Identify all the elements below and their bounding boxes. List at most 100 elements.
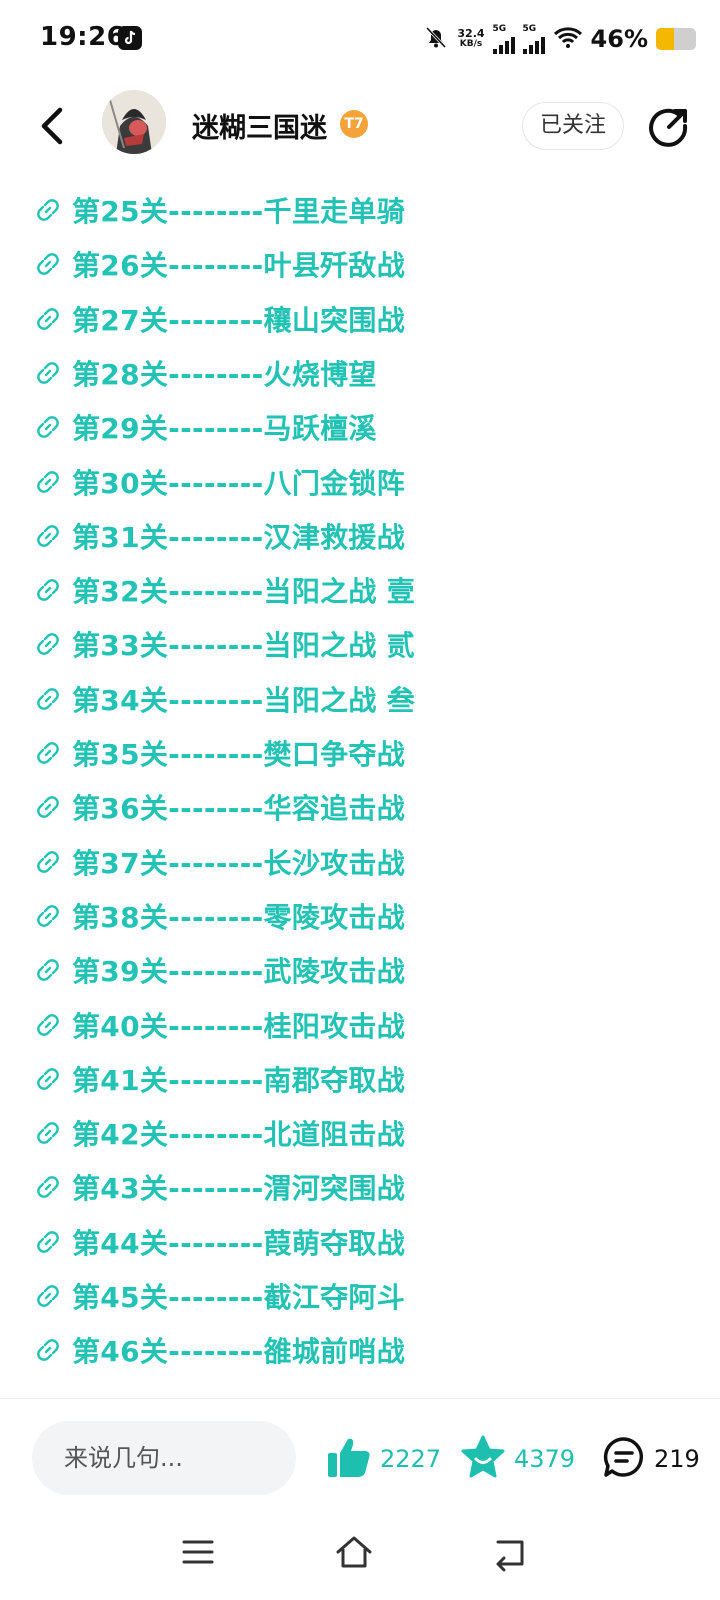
avatar[interactable] xyxy=(102,90,166,154)
like-count: 2227 xyxy=(380,1445,442,1473)
level-link[interactable]: 第43关--------渭河突围战 xyxy=(34,1167,405,1207)
level-link[interactable]: 第41关--------南郡夺取战 xyxy=(34,1059,405,1099)
post-header: 迷糊三国迷 T7 已关注 xyxy=(0,84,720,168)
link-icon xyxy=(34,522,62,550)
status-time: 19:26 xyxy=(40,22,126,52)
link-icon xyxy=(34,1065,62,1093)
comment-bubble-icon xyxy=(602,1435,646,1483)
network-speed: 32.4 KB/s xyxy=(457,27,485,49)
link-icon xyxy=(34,739,62,767)
system-nav-bar xyxy=(0,1504,720,1600)
menu-icon[interactable] xyxy=(178,1532,218,1572)
link-icon xyxy=(34,793,62,821)
link-icon xyxy=(34,956,62,984)
level-link[interactable]: 第36关--------华容追击战 xyxy=(34,787,405,827)
link-icon xyxy=(34,468,62,496)
level-link-label: 第27关--------穰山突围战 xyxy=(72,303,406,337)
level-link[interactable]: 第39关--------武陵攻击战 xyxy=(34,950,405,990)
level-link-label: 第38关--------零陵攻击战 xyxy=(72,900,406,934)
level-link-label: 第41关--------南郡夺取战 xyxy=(72,1063,406,1097)
mute-bell-icon xyxy=(423,24,449,54)
link-icon xyxy=(34,413,62,441)
link-icon xyxy=(34,576,62,604)
level-link[interactable]: 第30关--------八门金锁阵 xyxy=(34,462,405,502)
link-icon xyxy=(34,1011,62,1039)
status-bar: 19:26 32.4 KB/s 5G 5G 46% xyxy=(0,0,720,78)
level-link-label: 第44关--------葭萌夺取战 xyxy=(72,1226,406,1260)
follow-button[interactable]: 已关注 xyxy=(522,102,624,150)
level-link[interactable]: 第31关--------汉津救援战 xyxy=(34,516,405,556)
level-link[interactable]: 第33关--------当阳之战 贰 xyxy=(34,624,415,664)
comment-count: 219 xyxy=(654,1445,700,1473)
link-icon xyxy=(34,1336,62,1364)
level-link-label: 第25关--------千里走单骑 xyxy=(72,195,406,228)
level-link[interactable]: 第42关--------北道阻击战 xyxy=(34,1113,405,1153)
comment-button[interactable]: 219 xyxy=(602,1435,700,1483)
back-arrow-icon[interactable] xyxy=(36,106,70,146)
level-link-label: 第29关--------马跃檀溪 xyxy=(72,412,377,446)
level-link-label: 第32关--------当阳之战 壹 xyxy=(72,575,416,609)
level-link[interactable]: 第32关--------当阳之战 壹 xyxy=(34,570,415,610)
link-icon xyxy=(34,1228,62,1256)
level-link-label: 第33关--------当阳之战 贰 xyxy=(72,629,416,663)
link-icon xyxy=(34,196,62,224)
level-link-label: 第45关--------截江夺阿斗 xyxy=(72,1281,406,1314)
link-icon xyxy=(34,1119,62,1147)
level-link-label: 第26关--------叶县歼敌战 xyxy=(72,249,406,283)
level-link-label: 第30关--------八门金锁阵 xyxy=(72,466,406,500)
sim1-signal: 5G xyxy=(492,24,515,54)
link-icon xyxy=(34,250,62,278)
post-content: — — — — — 第25关--------千里走单骑第26关--------叶… xyxy=(0,168,720,1396)
level-link-label: 第35关--------樊口争夺战 xyxy=(72,738,406,771)
level-link[interactable]: 第40关--------桂阳攻击战 xyxy=(34,1005,405,1045)
level-link-label: 第36关--------华容追击战 xyxy=(72,792,406,826)
thumbs-up-icon xyxy=(326,1435,372,1483)
level-link[interactable]: 第38关--------零陵攻击战 xyxy=(34,896,405,936)
partial-link-text: — — — — — xyxy=(72,168,248,179)
level-link[interactable]: 第25关--------千里走单骑 xyxy=(34,190,405,230)
wifi-icon xyxy=(553,25,583,53)
link-icon xyxy=(34,1282,62,1310)
link-icon xyxy=(34,630,62,658)
back-nav-icon[interactable] xyxy=(490,1532,530,1572)
share-icon[interactable] xyxy=(648,106,690,148)
battery-icon xyxy=(656,28,696,50)
signal-bars-icon xyxy=(492,34,515,54)
level-badge: T7 xyxy=(340,110,368,138)
level-link[interactable]: 第27关--------穰山突围战 xyxy=(34,299,405,339)
level-link[interactable]: 第35关--------樊口争夺战 xyxy=(34,733,405,773)
comment-input[interactable]: 来说几句... xyxy=(32,1421,296,1495)
favorite-count: 4379 xyxy=(514,1445,576,1473)
link-icon xyxy=(34,305,62,333)
sim2-signal: 5G xyxy=(522,24,545,54)
level-link-label: 第28关--------火烧博望 xyxy=(72,357,377,391)
level-link-label: 第46关--------雒城前哨战 xyxy=(72,1335,406,1369)
battery-percent: 46% xyxy=(590,25,648,53)
level-link[interactable]: 第44关--------葭萌夺取战 xyxy=(34,1222,405,1262)
tiktok-notification-icon xyxy=(118,26,142,50)
level-link[interactable]: 第29关--------马跃檀溪 xyxy=(34,407,377,447)
level-link[interactable]: 第46关--------雒城前哨战 xyxy=(34,1330,405,1370)
link-icon xyxy=(34,902,62,930)
link-icon xyxy=(34,848,62,876)
level-link-label: 第40关--------桂阳攻击战 xyxy=(72,1009,406,1043)
action-bar: 来说几句... 2227 4379 219 xyxy=(0,1398,720,1505)
level-link-label: 第31关--------汉津救援战 xyxy=(72,520,406,554)
level-link-label: 第43关--------渭河突围战 xyxy=(72,1172,406,1206)
like-button[interactable]: 2227 xyxy=(326,1435,441,1483)
link-icon xyxy=(34,685,62,713)
level-link[interactable]: 第34关--------当阳之战 叁 xyxy=(34,679,415,719)
level-link-label: 第34关--------当阳之战 叁 xyxy=(72,683,416,717)
author-name[interactable]: 迷糊三国迷 xyxy=(192,106,327,145)
level-link[interactable]: 第45关--------截江夺阿斗 xyxy=(34,1276,405,1316)
level-link[interactable]: 第37关--------长沙攻击战 xyxy=(34,842,405,882)
level-link-label: 第42关--------北道阻击战 xyxy=(72,1118,406,1152)
home-icon[interactable] xyxy=(334,1532,374,1572)
level-link-label: 第39关--------武陵攻击战 xyxy=(72,955,406,989)
favorite-button[interactable]: 4379 xyxy=(460,1435,575,1483)
link-icon xyxy=(34,1173,62,1201)
level-link[interactable]: 第28关--------火烧博望 xyxy=(34,353,377,393)
level-link[interactable]: 第26关--------叶县歼敌战 xyxy=(34,244,405,284)
signal-bars-icon xyxy=(522,34,545,54)
link-icon xyxy=(34,359,62,387)
